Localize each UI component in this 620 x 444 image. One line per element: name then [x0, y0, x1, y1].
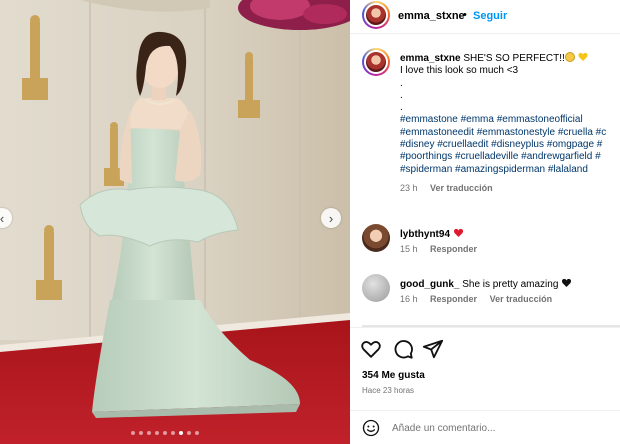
commenter-avatar[interactable] [362, 224, 390, 252]
add-comment-bar [350, 410, 620, 444]
comment-meta: 15 h Responder [400, 244, 487, 254]
comment-text: lybthynt94 [400, 228, 464, 240]
hashtag-line[interactable]: #disney #cruellaedit #disneyplus #omgpag… [400, 139, 620, 151]
chevron-right-icon: › [328, 210, 334, 226]
heart-icon[interactable] [360, 338, 382, 360]
comment-text: good_gunk_ She is pretty amazing [400, 278, 572, 290]
carousel-dot [179, 431, 183, 435]
comment-input[interactable] [392, 418, 602, 438]
caption-line: . [400, 89, 403, 101]
comment-icon[interactable] [392, 338, 414, 360]
hashtag-line[interactable]: #emmastone #emma #emmastoneofficial [400, 114, 620, 126]
comment-time: 16 h [400, 294, 418, 304]
comment-username[interactable]: good_gunk_ [400, 279, 459, 290]
caption-time: 23 h [400, 182, 418, 193]
emoji-icon[interactable] [362, 419, 380, 437]
caption-meta: 23 h Ver traducción [400, 182, 620, 194]
translate-button[interactable]: Ver traducción [490, 294, 553, 304]
carousel-dot [131, 431, 135, 435]
carousel-dot [163, 431, 167, 435]
hashtag-line[interactable]: #poorthings #cruelladeville #andrewgarfi… [400, 151, 620, 163]
translate-button[interactable]: Ver traducción [430, 183, 493, 193]
red-heart-icon [453, 228, 463, 237]
carousel-dot [147, 431, 151, 435]
caption-username[interactable]: emma_stxne [400, 53, 461, 64]
commenter-avatar[interactable] [362, 274, 390, 302]
carousel-dot [139, 431, 143, 435]
reply-button[interactable]: Responder [430, 294, 477, 304]
post-header: emma_stxne • Seguir [350, 0, 620, 34]
post-photo [0, 0, 350, 444]
caption-line: I love this look so much <3 [400, 65, 519, 77]
carousel-dot [195, 431, 199, 435]
comment-username[interactable]: lybthynt94 [400, 229, 450, 240]
post-actions: 354 Me gusta Hace 23 horas [350, 327, 620, 407]
author-username[interactable]: emma_stxne [398, 10, 465, 22]
carousel-dot [187, 431, 191, 435]
caption-line: . [400, 102, 403, 114]
post-image[interactable]: ‹ › [0, 0, 350, 444]
carousel-next-button[interactable]: › [321, 208, 341, 228]
yellow-heart-icon [577, 52, 588, 61]
comment-meta: 16 h Responder Ver traducción [400, 294, 562, 304]
likes-count[interactable]: 354 Me gusta [362, 370, 425, 381]
post-timestamp: Hace 23 horas [362, 386, 415, 395]
caption-headline: SHE'S SO PERFECT!! [463, 53, 565, 64]
hashtag-line[interactable]: #spiderman #amazingspiderman #lalaland [400, 164, 620, 176]
reply-button[interactable]: Responder [430, 244, 477, 254]
carousel-indicator [131, 431, 199, 435]
author-avatar[interactable] [362, 1, 390, 29]
caption-line: . [400, 77, 403, 89]
share-icon[interactable] [422, 338, 444, 360]
caption-text: emma_stxne SHE'S SO PERFECT!! I love thi… [400, 52, 620, 194]
comment-time: 15 h [400, 244, 418, 254]
carousel-dot [171, 431, 175, 435]
comment-body: She is pretty amazing [462, 279, 559, 290]
post-panel: emma_stxne • Seguir emma_stxne SHE'S SO … [350, 0, 620, 444]
black-heart-icon [562, 278, 572, 287]
hashtag-line[interactable]: #emmastoneedit #emmastonestyle #cruella … [400, 127, 620, 139]
face-holding-back-tears-icon [564, 52, 575, 62]
follow-button[interactable]: Seguir [473, 10, 507, 22]
carousel-dot [155, 431, 159, 435]
caption-avatar[interactable] [362, 48, 390, 76]
chevron-left-icon: ‹ [0, 210, 5, 226]
header-separator: • [463, 9, 467, 21]
